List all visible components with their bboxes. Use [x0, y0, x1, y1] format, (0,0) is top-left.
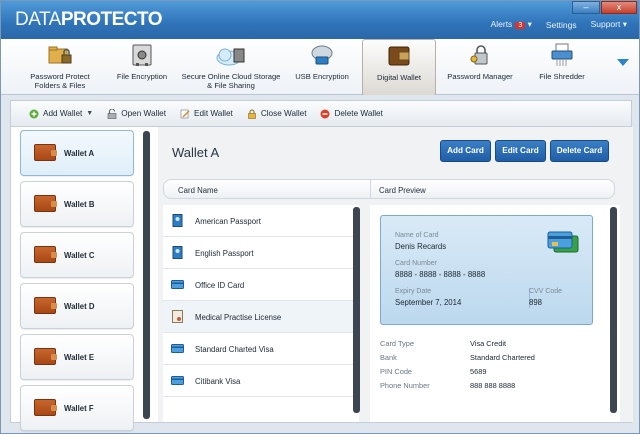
wallet-icon — [388, 46, 410, 66]
card-row[interactable]: Office ID Card — [163, 269, 359, 301]
card-row[interactable]: Medical Practise License — [163, 301, 359, 333]
support-link[interactable]: Support ▾ — [591, 19, 627, 30]
tab-digital-wallet[interactable]: Digital Wallet — [362, 39, 436, 95]
add-card-button[interactable]: Add Card — [440, 140, 491, 162]
cloud-lock-icon — [216, 48, 245, 66]
wallet-detail-panel: Wallet A Add Card Edit Card Delete Card … — [158, 127, 633, 422]
column-card-preview: Card Preview — [379, 186, 426, 195]
credit-card-icon — [171, 344, 184, 353]
edit-icon — [180, 109, 190, 118]
alerts-link[interactable]: Alerts 3 ▾ — [491, 19, 532, 30]
edit-wallet-button[interactable]: Edit Wallet — [180, 109, 233, 119]
card-preview-scrollbar[interactable] — [610, 207, 617, 413]
card-preview-card: Name of Card Denis Recards Card Number 8… — [380, 215, 593, 325]
plus-circle-icon — [29, 109, 39, 118]
wallet-icon — [34, 399, 57, 416]
app-window: DATAPROTECTO Alerts 3 ▾ Settings Support … — [0, 0, 640, 434]
wallet-icon — [34, 297, 57, 314]
wallet-item[interactable]: Wallet A — [20, 130, 134, 176]
content-area: Wallet A Wallet B Wallet C Wallet D Wall… — [10, 126, 633, 431]
ribbon-expand-icon[interactable] — [617, 59, 629, 66]
add-wallet-button[interactable]: Add Wallet ▼ — [29, 109, 93, 119]
folder-lock-icon — [48, 46, 72, 64]
tab-cloud-storage[interactable]: Secure Online Cloud Storage & File Shari… — [181, 39, 281, 95]
card-preview: Name of Card Denis Recards Card Number 8… — [370, 205, 620, 422]
delete-wallet-button[interactable]: Delete Wallet — [320, 109, 383, 119]
app-logo: DATAPROTECTO — [15, 9, 163, 30]
wallet-icon — [34, 195, 57, 212]
credit-card-icon — [171, 280, 184, 289]
wallet-item[interactable]: Wallet D — [20, 283, 134, 329]
wallet-icon — [34, 144, 57, 161]
certificate-icon — [172, 310, 183, 323]
delete-card-button[interactable]: Delete Card — [550, 140, 609, 162]
wallet-icon — [34, 246, 57, 263]
column-card-name[interactable]: Card Name — [178, 186, 218, 195]
edit-card-button[interactable]: Edit Card — [495, 140, 546, 162]
credit-cards-icon — [547, 231, 579, 253]
wallet-item[interactable]: Wallet C — [20, 232, 134, 278]
usb-drive-icon — [311, 45, 333, 65]
card-row[interactable]: Citibank Visa — [163, 365, 359, 397]
passport-icon — [172, 214, 183, 227]
tab-password-protect[interactable]: Password Protect Folders & Files — [17, 39, 103, 95]
tab-file-encryption[interactable]: File Encryption — [109, 39, 175, 95]
wallet-title: Wallet A — [172, 145, 220, 160]
card-row[interactable]: English Passport — [163, 237, 359, 269]
wallet-toolbar: Add Wallet ▼ Open Wallet Edit Wallet Clos… — [10, 100, 632, 126]
tab-password-manager[interactable]: Password Manager — [442, 39, 518, 95]
tab-file-shredder[interactable]: File Shredder — [526, 39, 598, 95]
passport-icon — [172, 246, 183, 259]
ribbon-toolbar: Password Protect Folders & Files File En… — [1, 39, 639, 95]
alerts-badge: 3 — [515, 22, 526, 29]
card-row[interactable]: Standard Charted Visa — [163, 333, 359, 365]
key-lock-icon — [470, 45, 488, 65]
tab-usb-encryption[interactable]: USB Encryption — [288, 39, 356, 95]
lock-open-icon — [107, 108, 117, 119]
wallet-item[interactable]: Wallet B — [20, 181, 134, 227]
safe-icon — [132, 44, 152, 66]
lock-icon — [248, 109, 256, 119]
settings-link[interactable]: Settings — [546, 20, 577, 30]
column-header: Card Name Card Preview — [163, 179, 615, 199]
card-row[interactable]: American Passport — [163, 205, 359, 237]
card-list: American Passport English Passport Offic… — [163, 205, 360, 422]
credit-card-icon — [171, 376, 184, 385]
close-button[interactable]: x — [601, 1, 637, 14]
wallet-item[interactable]: Wallet F — [20, 385, 134, 431]
minus-circle-icon — [320, 109, 330, 118]
wallet-list-scrollbar[interactable] — [143, 131, 150, 419]
title-bar: DATAPROTECTO Alerts 3 ▾ Settings Support … — [1, 1, 639, 39]
wallet-icon — [34, 348, 57, 365]
card-list-scrollbar[interactable] — [353, 207, 360, 413]
shredder-icon — [551, 43, 573, 66]
open-wallet-button[interactable]: Open Wallet — [107, 108, 166, 119]
minimize-button[interactable]: – — [572, 1, 600, 14]
wallet-item[interactable]: Wallet E — [20, 334, 134, 380]
close-wallet-button[interactable]: Close Wallet — [247, 109, 306, 119]
wallet-list: Wallet A Wallet B Wallet C Wallet D Wall… — [11, 127, 155, 431]
